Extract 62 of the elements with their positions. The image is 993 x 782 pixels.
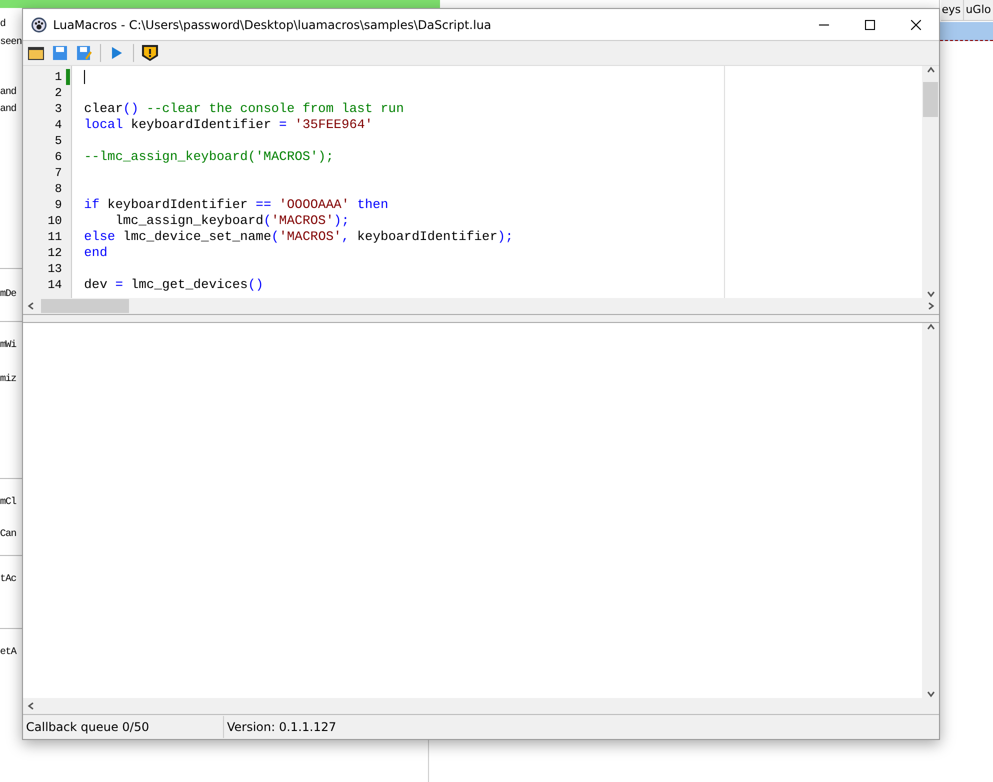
line-number: 6 <box>54 150 63 164</box>
status-text: Callback queue 0/50 <box>23 716 224 738</box>
maximize-icon <box>865 20 875 30</box>
code-fragment: mWi <box>0 338 18 353</box>
line-number: 14 <box>48 278 63 292</box>
code-line: local keyboardIdentifier = '35FEE964' <box>84 117 373 133</box>
line-number: 8 <box>54 182 63 196</box>
line-number: 12 <box>48 246 63 260</box>
vertical-scrollbar[interactable] <box>922 66 939 298</box>
minimize-icon <box>819 24 829 26</box>
line-number: 5 <box>54 134 63 148</box>
vertical-scrollbar[interactable] <box>922 323 939 698</box>
code-fragment: tAc <box>0 573 18 587</box>
code-line: else lmc_device_set_name('MACROS', keyboardIdentifier); <box>84 229 514 245</box>
line-number: 2 <box>54 86 63 100</box>
floppy-disk-pencil-icon <box>76 46 92 60</box>
scroll-right-icon[interactable] <box>927 302 935 310</box>
folder-icon <box>28 46 44 60</box>
code-fragment: and <box>0 86 18 100</box>
code-line: --lmc_assign_keyboard('MACROS'); <box>84 149 334 165</box>
window-title: LuaMacros - C:\Users\password\Desktop\luamacros\samples\DaScript.lua <box>53 18 492 32</box>
status-text: Version: 0.1.1.127 <box>226 719 338 736</box>
scroll-thumb[interactable] <box>41 299 129 313</box>
line-number: 13 <box>48 262 63 276</box>
scroll-up-icon[interactable] <box>926 66 934 74</box>
scroll-left-icon[interactable] <box>27 302 35 310</box>
code-line: if keyboardIdentifier == 'OOOOAAA' then <box>84 197 388 213</box>
save-as-button[interactable] <box>74 43 94 63</box>
line-number: 10 <box>48 214 63 228</box>
scroll-down-icon[interactable] <box>926 290 934 298</box>
code-fragment: mDe <box>0 288 18 302</box>
code-line: clear() --clear the console from last run <box>84 101 404 117</box>
code-line: end <box>84 245 108 261</box>
warning-shield-icon <box>142 44 158 62</box>
horizontal-scrollbar[interactable] <box>23 698 939 714</box>
line-number: 11 <box>48 230 63 244</box>
warning-shield-button[interactable] <box>140 43 160 63</box>
selection-bar <box>940 22 993 41</box>
text-cursor <box>84 70 85 84</box>
play-icon <box>112 47 122 59</box>
code-fragment: and <box>0 102 18 117</box>
code-fragment: etA <box>0 646 18 660</box>
scroll-left-icon[interactable] <box>27 702 35 710</box>
editor-tab[interactable]: uGlo <box>962 0 993 20</box>
close-icon <box>911 20 921 30</box>
line-number: 1 <box>54 70 63 84</box>
scroll-down-icon[interactable] <box>926 690 934 698</box>
code-line: dev = lmc_get_devices() <box>84 277 264 293</box>
line-number: 3 <box>54 102 63 116</box>
line-number: 7 <box>54 166 63 180</box>
code-line: lmc_assign_keyboard('MACROS'); <box>114 213 350 229</box>
code-fragment: mCl <box>0 496 18 510</box>
scroll-thumb[interactable] <box>923 82 938 117</box>
code-fragment: Can <box>0 528 18 542</box>
paw-icon <box>31 16 47 32</box>
code-fragment: seen <box>0 36 22 50</box>
line-number: 9 <box>54 198 63 212</box>
code-fragment: d <box>0 18 6 32</box>
code-fragment: miz <box>0 372 18 387</box>
horizontal-scrollbar[interactable] <box>23 298 939 314</box>
line-number: 4 <box>54 118 63 132</box>
scroll-up-icon[interactable] <box>926 323 934 331</box>
